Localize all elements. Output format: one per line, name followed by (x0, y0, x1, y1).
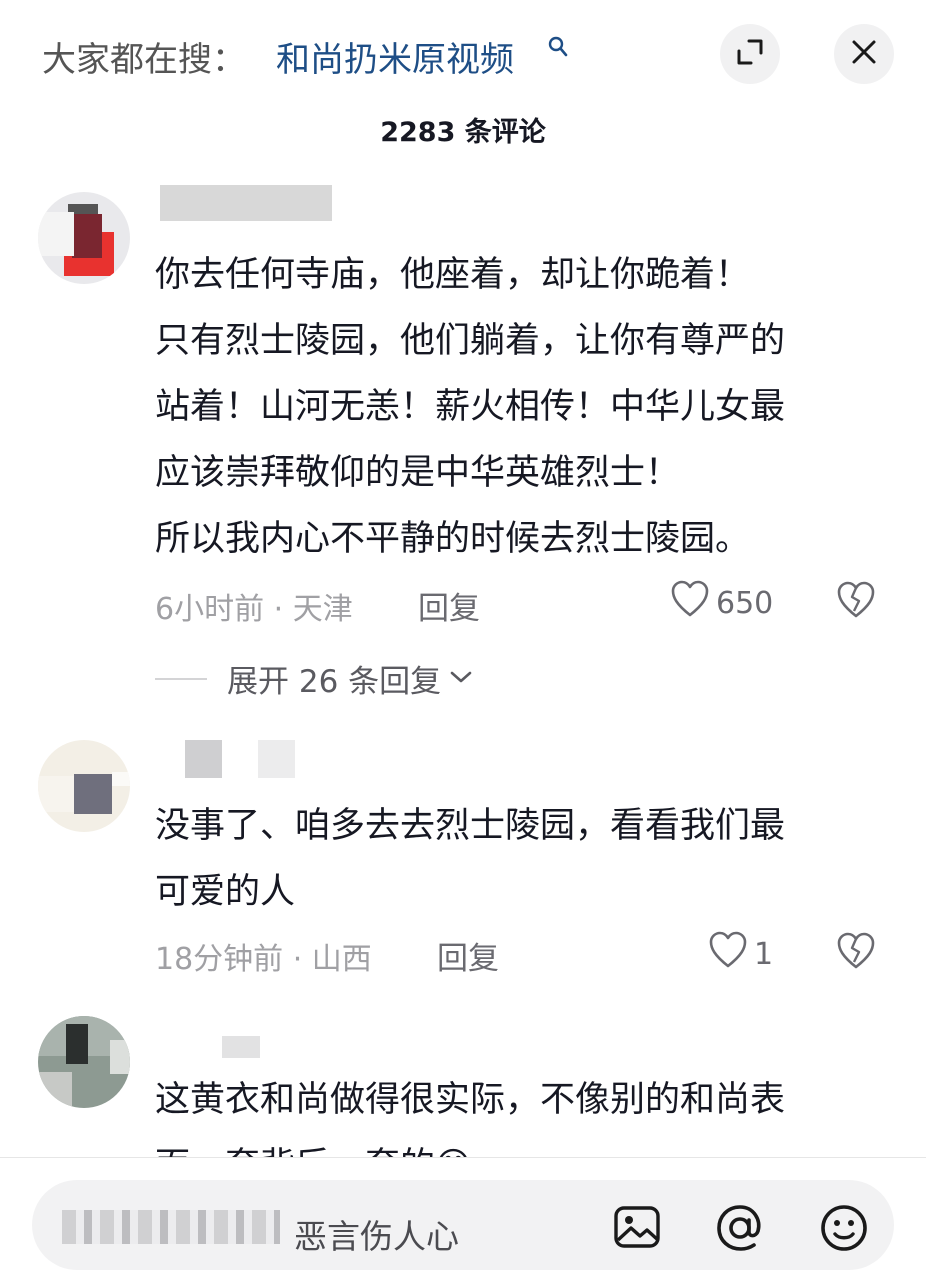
reply-button[interactable]: 回复 (418, 583, 480, 628)
comment-count: 2283 条评论 (380, 117, 546, 148)
comment-input[interactable]: 恶言伤人心 (294, 1210, 459, 1258)
username-redacted (258, 740, 295, 778)
heart-icon (708, 931, 748, 977)
comment-line: 没事了、咱多去去烈士陵园，看看我们最 (155, 806, 786, 846)
like-button[interactable]: 650 (670, 580, 773, 626)
expand-replies-button[interactable]: 展开 26 条回复 (155, 656, 473, 701)
comment-text: 没事了、咱多去去烈士陵园，看看我们最 可爱的人 (155, 793, 895, 925)
close-button[interactable] (834, 24, 894, 84)
image-icon[interactable] (612, 1202, 662, 1256)
comment-text: 你去任何寺庙，他座着，却让你跪着！ 只有烈士陵园，他们躺着，让你有尊严的 站着！… (155, 242, 895, 572)
comment-text: 这黄衣和尚做得很实际，不像别的和尚表 面一套背后一套的😅 (155, 1067, 895, 1157)
close-icon (851, 39, 877, 69)
divider (0, 1157, 926, 1158)
dislike-button[interactable] (836, 932, 876, 974)
comment-line: 这黄衣和尚做得很实际，不像别的和尚表 (155, 1080, 786, 1120)
like-button[interactable]: 1 (708, 931, 773, 977)
comment-input-bar[interactable]: 恶言伤人心 (32, 1180, 894, 1270)
username-redacted[interactable] (185, 740, 222, 778)
expand-button[interactable] (720, 24, 780, 84)
chevron-down-icon (449, 669, 473, 689)
comment-meta: 18分钟前 · 山西 (155, 942, 372, 977)
avatar[interactable] (38, 740, 130, 832)
broken-heart-icon (837, 581, 875, 618)
search-prefix: 大家都在搜： (42, 40, 246, 80)
like-count: 1 (754, 936, 774, 972)
comment-meta: 6小时前 · 天津 (155, 592, 353, 627)
broken-heart-icon (837, 932, 875, 969)
search-icon[interactable] (548, 36, 568, 62)
comment-line: 可爱的人 (155, 872, 296, 912)
heart-icon (670, 580, 710, 626)
username-redacted[interactable] (222, 1036, 260, 1058)
redacted-text (62, 1210, 280, 1244)
search-header: 大家都在搜： 和尚扔米原视频 2283 条评论 (0, 0, 926, 148)
emoji-icon[interactable] (818, 1202, 870, 1258)
comment-clip: 这黄衣和尚做得很实际，不像别的和尚表 面一套背后一套的😅 (0, 1060, 926, 1157)
comment-line: 面一套背后一套的😅 (155, 1133, 895, 1157)
comment-line: 只有烈士陵园，他们躺着，让你有尊严的 (155, 321, 786, 361)
username-redacted[interactable] (160, 185, 332, 221)
like-count: 650 (716, 585, 774, 621)
expand-icon (735, 37, 765, 71)
comment-line: 你去任何寺庙，他座着，却让你跪着！ (155, 255, 751, 295)
at-icon[interactable] (714, 1202, 766, 1258)
comment-line: 站着！山河无恙！薪火相传！中华儿女最 (155, 387, 786, 427)
avatar[interactable] (38, 192, 130, 284)
dislike-button[interactable] (836, 581, 876, 623)
comment-line: 所以我内心不平静的时候去烈士陵园。 (155, 519, 751, 559)
divider-line (155, 677, 207, 680)
search-suggestion-link[interactable]: 和尚扔米原视频 (276, 32, 514, 81)
comment-line: 应该崇拜敬仰的是中华英雄烈士！ (155, 453, 681, 493)
reply-button[interactable]: 回复 (437, 933, 499, 978)
expand-replies-label: 展开 26 条回复 (227, 664, 442, 700)
